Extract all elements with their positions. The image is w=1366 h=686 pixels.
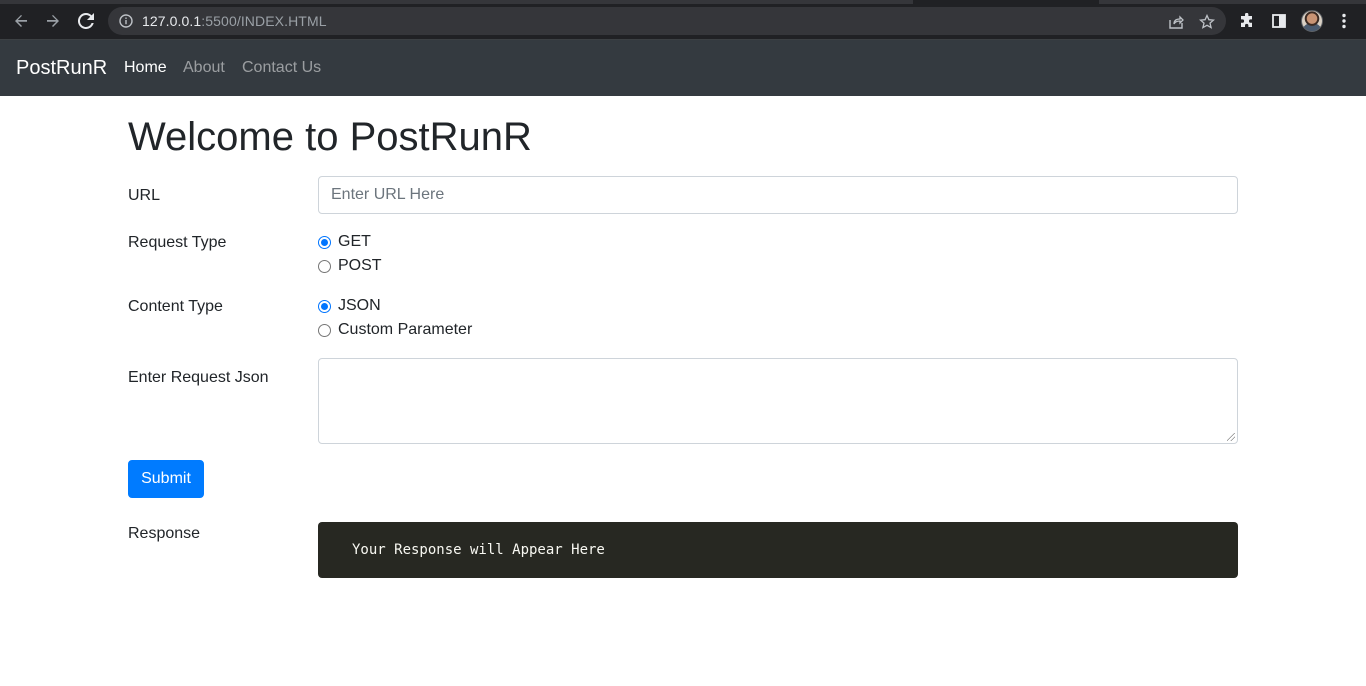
request-json-textarea[interactable] bbox=[318, 358, 1238, 444]
response-output: Your Response will Appear Here bbox=[318, 522, 1238, 578]
radio-post-label[interactable]: POST bbox=[338, 256, 382, 276]
navbar-brand[interactable]: PostRunR bbox=[16, 56, 107, 80]
share-icon[interactable] bbox=[1167, 13, 1185, 31]
request-type-label: Request Type bbox=[128, 234, 227, 251]
side-panel-icon[interactable] bbox=[1269, 11, 1289, 31]
address-url: 127.0.0.1:5500/INDEX.HTML bbox=[142, 13, 327, 29]
tab-strip bbox=[0, 0, 1366, 4]
radio-option-post[interactable]: POST bbox=[318, 256, 382, 276]
profile-avatar[interactable] bbox=[1301, 10, 1323, 32]
nav-link-about[interactable]: About bbox=[183, 58, 225, 78]
url-label: URL bbox=[128, 187, 161, 204]
submit-button[interactable]: Submit bbox=[128, 460, 204, 498]
radio-json[interactable] bbox=[318, 299, 331, 313]
response-label: Response bbox=[128, 525, 201, 542]
address-host: 127.0.0.1 bbox=[142, 13, 202, 29]
resize-grip-icon[interactable] bbox=[1227, 433, 1235, 441]
radio-option-json[interactable]: JSON bbox=[318, 296, 381, 316]
url-input[interactable] bbox=[318, 176, 1238, 214]
response-text: Your Response will Appear Here bbox=[352, 542, 605, 558]
radio-get[interactable] bbox=[318, 235, 331, 249]
page-title: Welcome to PostRunR bbox=[128, 115, 532, 159]
reload-icon[interactable] bbox=[75, 10, 97, 32]
kebab-menu-icon[interactable] bbox=[1334, 11, 1354, 31]
radio-custom-parameter[interactable] bbox=[318, 323, 331, 337]
radio-post[interactable] bbox=[318, 259, 331, 273]
radio-option-custom-parameter[interactable]: Custom Parameter bbox=[318, 320, 472, 340]
puzzle-icon[interactable] bbox=[1237, 11, 1257, 31]
nav-link-contact-us[interactable]: Contact Us bbox=[242, 58, 321, 78]
browser-toolbar: 127.0.0.1:5500/INDEX.HTML bbox=[0, 0, 1366, 40]
forward-icon[interactable] bbox=[42, 10, 64, 32]
star-icon[interactable] bbox=[1198, 13, 1216, 31]
address-bar[interactable]: 127.0.0.1:5500/INDEX.HTML bbox=[108, 7, 1226, 35]
nav-link-home[interactable]: Home bbox=[124, 58, 167, 78]
site-navbar: PostRunR Home About Contact Us bbox=[0, 40, 1366, 96]
request-json-label: Enter Request Json bbox=[128, 369, 269, 386]
back-icon[interactable] bbox=[10, 10, 32, 32]
radio-custom-parameter-label[interactable]: Custom Parameter bbox=[338, 320, 472, 340]
address-path: :5500/INDEX.HTML bbox=[201, 13, 327, 29]
radio-option-get[interactable]: GET bbox=[318, 232, 371, 252]
active-tab-edge bbox=[913, 0, 1099, 4]
radio-json-label[interactable]: JSON bbox=[338, 296, 381, 316]
info-icon[interactable] bbox=[118, 13, 134, 29]
content-type-label: Content Type bbox=[128, 298, 223, 315]
radio-get-label[interactable]: GET bbox=[338, 232, 371, 252]
